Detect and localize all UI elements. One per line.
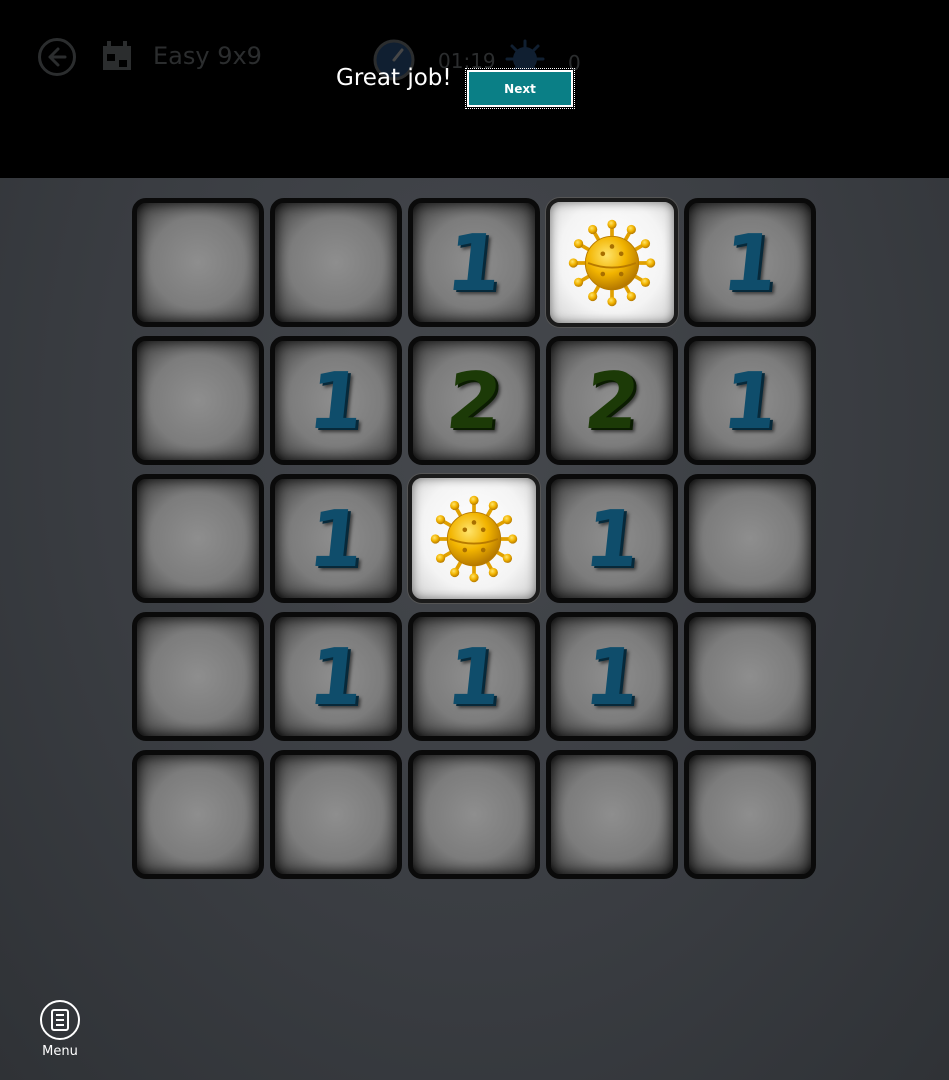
board-cell[interactable] bbox=[132, 336, 264, 465]
minefield-board: 11122111111 bbox=[132, 198, 818, 880]
board-cell[interactable] bbox=[132, 750, 264, 879]
board-cell[interactable]: 1 bbox=[270, 336, 402, 465]
cell-number: 1 bbox=[580, 632, 644, 723]
mine-icon bbox=[430, 495, 518, 582]
board-cell[interactable] bbox=[270, 750, 402, 879]
board-cell[interactable]: 1 bbox=[270, 474, 402, 603]
board-cell[interactable]: 2 bbox=[546, 336, 678, 465]
board-cell[interactable]: 2 bbox=[408, 336, 540, 465]
arrow-left-icon bbox=[48, 47, 67, 67]
game-screen: Easy 9x9 01:19 0 Great job! Next 1112211… bbox=[0, 0, 949, 1080]
board-cell[interactable]: 1 bbox=[684, 198, 816, 327]
board-cell[interactable]: 1 bbox=[270, 612, 402, 741]
level-title: Easy 9x9 bbox=[153, 42, 262, 70]
menu-label: Menu bbox=[42, 1044, 78, 1059]
next-button[interactable]: Next bbox=[465, 68, 575, 109]
cell-number: 1 bbox=[304, 494, 368, 585]
win-message: Great job! bbox=[336, 65, 452, 91]
cell-number: 1 bbox=[442, 218, 506, 309]
menu-button[interactable]: Menu bbox=[38, 1000, 82, 1064]
board-cell[interactable]: 1 bbox=[684, 336, 816, 465]
board-cell[interactable]: 1 bbox=[408, 612, 540, 741]
board-cell[interactable] bbox=[408, 474, 540, 603]
cell-number: 1 bbox=[442, 632, 506, 723]
menu-icon-circle bbox=[40, 1000, 80, 1040]
board-cell[interactable] bbox=[546, 750, 678, 879]
board-cell[interactable] bbox=[408, 750, 540, 879]
cell-number: 1 bbox=[718, 218, 782, 309]
board-cell[interactable] bbox=[132, 474, 264, 603]
board-cell[interactable] bbox=[270, 198, 402, 327]
board-cell[interactable]: 1 bbox=[408, 198, 540, 327]
back-button[interactable] bbox=[38, 38, 76, 76]
cell-number: 2 bbox=[580, 356, 644, 447]
board-cell[interactable]: 1 bbox=[546, 474, 678, 603]
board-cell[interactable] bbox=[546, 198, 678, 327]
mine-icon bbox=[568, 219, 656, 306]
board-cell[interactable] bbox=[684, 750, 816, 879]
board-cell[interactable] bbox=[684, 612, 816, 741]
cell-number: 1 bbox=[304, 356, 368, 447]
list-icon bbox=[51, 1009, 69, 1031]
cell-number: 1 bbox=[580, 494, 644, 585]
board-cell[interactable] bbox=[684, 474, 816, 603]
calendar-icon bbox=[103, 41, 131, 70]
board-cell[interactable]: 1 bbox=[546, 612, 678, 741]
top-bar: Easy 9x9 01:19 0 Great job! Next bbox=[0, 0, 949, 178]
cell-number: 1 bbox=[718, 356, 782, 447]
cell-number: 2 bbox=[442, 356, 506, 447]
cell-number: 1 bbox=[304, 632, 368, 723]
board-cell[interactable] bbox=[132, 612, 264, 741]
board-cell[interactable] bbox=[132, 198, 264, 327]
